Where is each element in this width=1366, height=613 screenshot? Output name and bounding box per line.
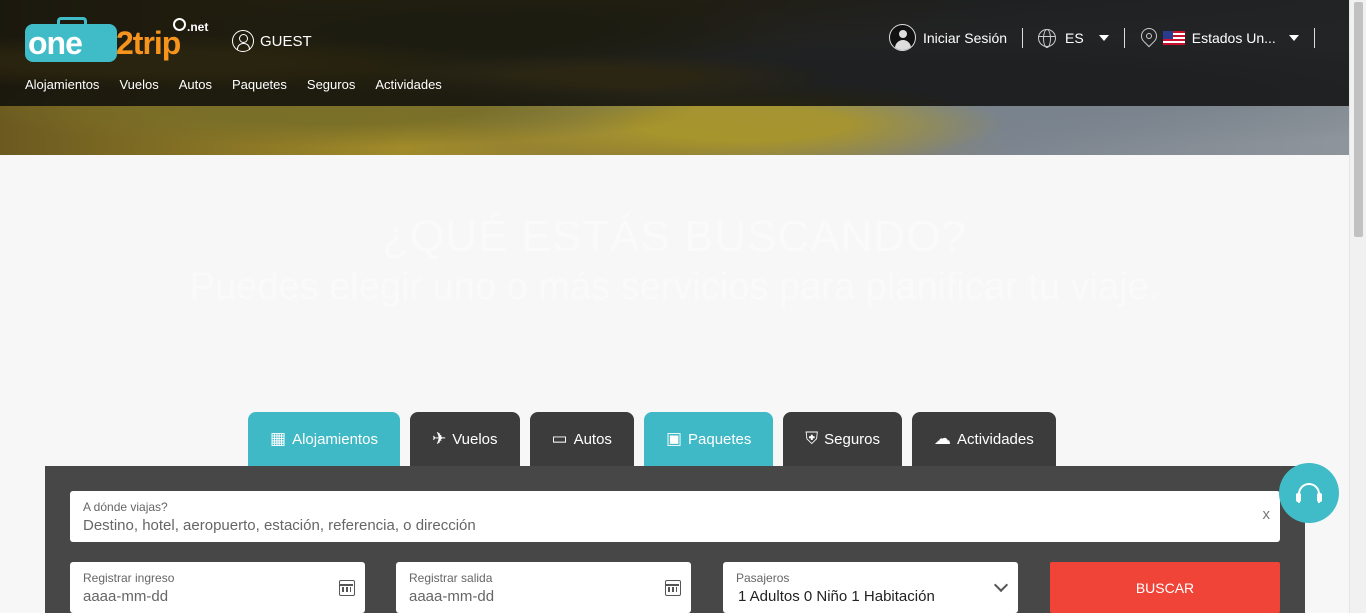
page-scrollbar[interactable] (1349, 0, 1366, 613)
calendar-icon[interactable] (339, 580, 355, 596)
passengers-label: Pasajeros (736, 571, 790, 585)
site-logo[interactable]: one 2trip .net (25, 14, 215, 64)
language-selector[interactable]: ES (1038, 28, 1109, 48)
destination-label: A dónde viajas? (83, 500, 168, 514)
shield-icon: ⛨ (805, 429, 819, 448)
logo-pin-icon (173, 18, 186, 31)
page-title: ¿QUÉ ESTÁS BUSCANDO? (382, 212, 967, 261)
passengers-value: 1 Adultos 0 Niño 1 Habitación (738, 588, 935, 605)
login-button[interactable]: Iniciar Sesión (889, 24, 1007, 51)
header-actions: Iniciar Sesión ES Estados Un... (889, 24, 1330, 51)
tab-vuelos[interactable]: ✈ Vuelos (409, 412, 520, 466)
tab-alojamientos[interactable]: ▦ Alojamientos (248, 412, 400, 466)
checkin-field[interactable]: Registrar ingreso aaaa-mm-dd (70, 562, 365, 613)
tab-label: Paquetes (688, 430, 752, 448)
location-pin-icon (1140, 28, 1156, 48)
divider (1313, 27, 1315, 48)
main-nav: Alojamientos Vuelos Autos Paquetes Segur… (25, 77, 442, 92)
tab-label: Alojamientos (292, 430, 378, 448)
chevron-down-icon[interactable] (993, 577, 1009, 593)
nav-seguros[interactable]: Seguros (307, 77, 355, 92)
caret-down-icon (1288, 34, 1299, 41)
nav-actividades[interactable]: Actividades (375, 77, 441, 92)
headset-icon (1296, 483, 1322, 503)
gift-icon: ▣ (665, 429, 682, 448)
guest-text: GUEST (260, 32, 312, 50)
avatar-icon (889, 24, 916, 51)
globe-icon (1038, 28, 1057, 48)
login-label: Iniciar Sesión (923, 29, 1008, 46)
page-subtitle: Puedes elegir uno o más servicios para p… (189, 266, 1160, 308)
passengers-field[interactable]: Pasajeros 1 Adultos 0 Niño 1 Habitación (723, 562, 1018, 613)
car-icon: ▭ (551, 429, 568, 448)
destination-input[interactable]: Destino, hotel, aeropuerto, estación, re… (83, 517, 476, 534)
logo-tld: .net (187, 20, 209, 34)
country-selector[interactable]: Estados Un... (1140, 28, 1299, 48)
guest-label: GUEST (232, 30, 312, 52)
checkin-input[interactable]: aaaa-mm-dd (83, 588, 168, 605)
checkout-field[interactable]: Registrar salida aaaa-mm-dd (396, 562, 691, 613)
tab-seguros[interactable]: ⛨ Seguros (783, 412, 903, 466)
tab-label: Actividades (957, 430, 1034, 448)
tab-label: Vuelos (452, 430, 498, 448)
checkin-label: Registrar ingreso (83, 571, 175, 585)
clear-icon[interactable]: x (1263, 506, 1271, 523)
tab-label: Autos (573, 430, 612, 448)
checkout-input[interactable]: aaaa-mm-dd (409, 588, 494, 605)
service-tabs: ▦ Alojamientos ✈ Vuelos ▭ Autos ▣ Paquet… (248, 412, 1056, 466)
tab-label: Seguros (824, 430, 881, 448)
tab-paquetes[interactable]: ▣ Paquetes (643, 412, 774, 466)
user-circle-icon (232, 30, 254, 52)
checkout-label: Registrar salida (409, 571, 493, 585)
search-button[interactable]: BUSCAR (1050, 562, 1280, 613)
tab-actividades[interactable]: ☁ Actividades (912, 412, 1056, 466)
divider (1123, 27, 1125, 48)
logo-text-2trip: 2trip (116, 25, 181, 61)
balloon-icon: ☁ (934, 429, 952, 448)
building-icon: ▦ (270, 429, 287, 448)
language-label: ES (1065, 29, 1084, 46)
plane-icon: ✈ (431, 429, 447, 448)
calendar-icon[interactable] (665, 580, 681, 596)
nav-autos[interactable]: Autos (179, 77, 212, 92)
nav-alojamientos[interactable]: Alojamientos (25, 77, 99, 92)
scrollbar-thumb[interactable] (1354, 2, 1363, 237)
tab-autos[interactable]: ▭ Autos (529, 412, 634, 466)
destination-field[interactable]: A dónde viajas? Destino, hotel, aeropuer… (70, 491, 1280, 542)
divider (1022, 27, 1024, 48)
logo-text-one: one (28, 25, 83, 61)
search-panel: A dónde viajas? Destino, hotel, aeropuer… (45, 466, 1305, 613)
country-label: Estados Un... (1191, 29, 1276, 46)
nav-vuelos[interactable]: Vuelos (119, 77, 158, 92)
caret-down-icon (1098, 34, 1109, 41)
nav-paquetes[interactable]: Paquetes (232, 77, 287, 92)
us-flag-icon (1162, 30, 1185, 45)
support-chat-button[interactable] (1279, 463, 1339, 523)
